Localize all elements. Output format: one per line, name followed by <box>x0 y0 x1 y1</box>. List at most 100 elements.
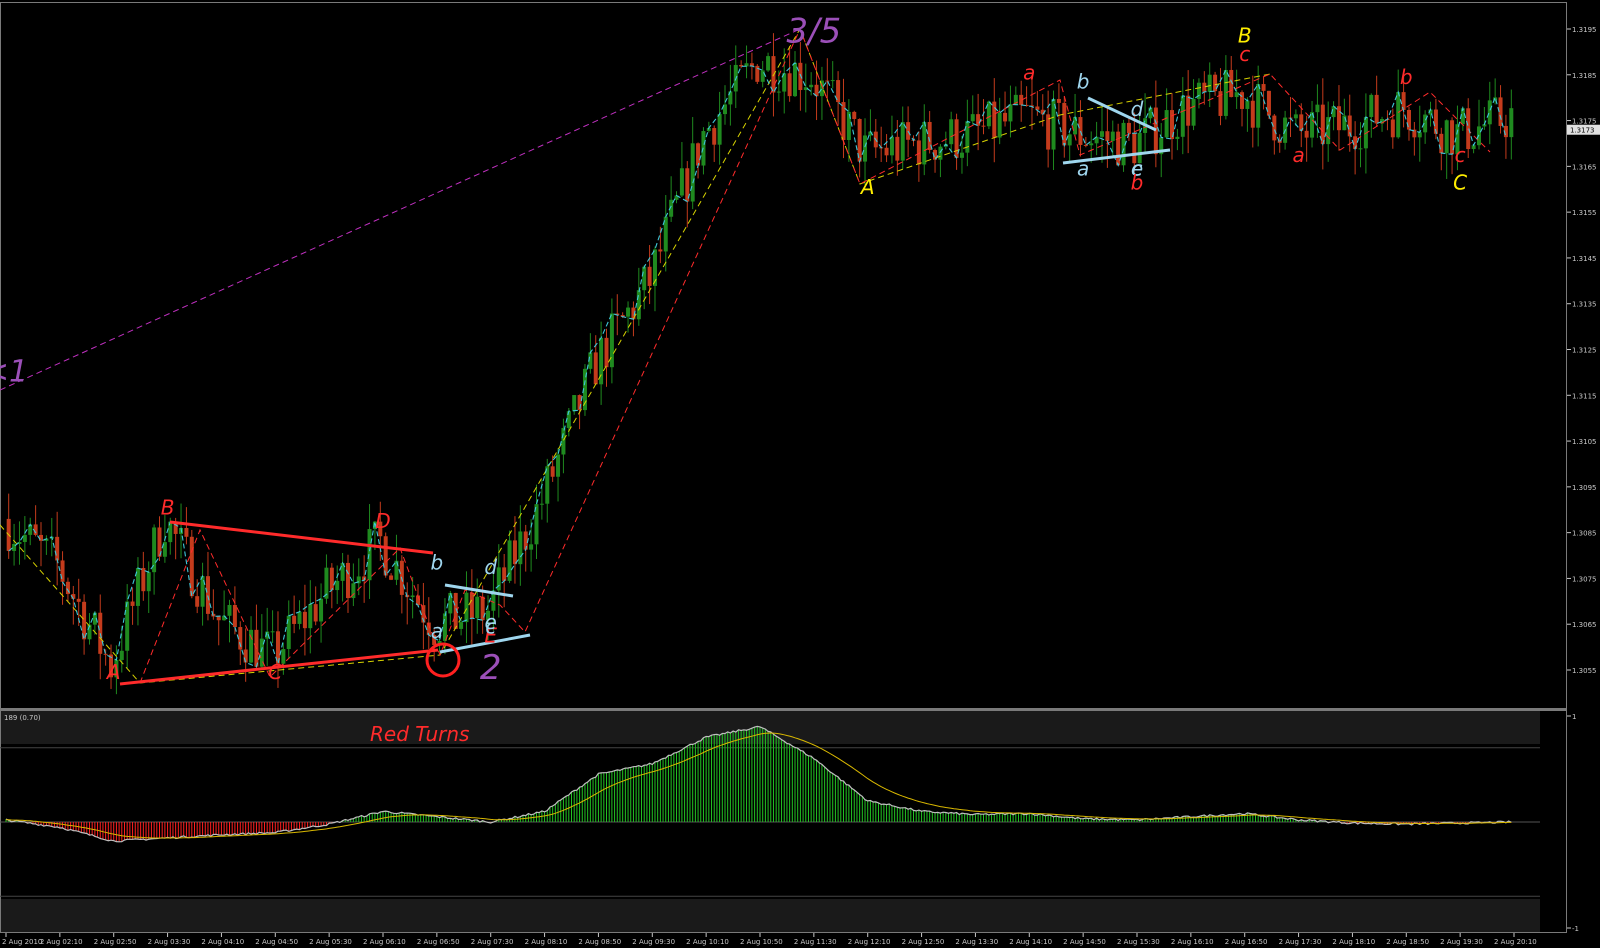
candle-body <box>292 615 297 624</box>
candle-body <box>1035 106 1040 110</box>
candle-body <box>1083 144 1088 146</box>
candle-body <box>1466 108 1471 150</box>
time-tick-label: 2 Aug 14:50 <box>1063 938 1106 946</box>
candle-body <box>383 536 388 576</box>
candle-body <box>895 136 900 161</box>
candle-body <box>1164 110 1169 138</box>
candle-body <box>1046 114 1051 150</box>
time-tick-label: 2 Aug 16:10 <box>1171 938 1214 946</box>
candle-body <box>1207 74 1212 92</box>
candle-body <box>679 168 684 196</box>
candle-body <box>512 540 517 565</box>
wave-label: A <box>859 175 875 199</box>
time-tick-label: 2 Aug 20:10 <box>1494 938 1537 946</box>
candle-body <box>1487 100 1492 125</box>
candle-body <box>1240 92 1245 109</box>
price-tick-label: 1.3115 <box>1572 392 1597 400</box>
candle-body <box>626 307 631 317</box>
chart: 189 (0.70) Red Turns <13/52ABCDEbdaceAab… <box>0 0 1600 948</box>
candle-body <box>1342 115 1347 131</box>
wave-label: a <box>1077 157 1089 181</box>
time-tick-label: 2 Aug 16:50 <box>1225 938 1268 946</box>
candle-body <box>76 598 81 602</box>
wave-label: A <box>105 660 121 684</box>
candle-body <box>195 596 200 607</box>
candle-body <box>922 121 927 165</box>
candle-body <box>658 249 663 252</box>
candle-body <box>787 73 792 97</box>
price-tick-label: 1.3055 <box>1572 667 1597 675</box>
current-price-label: 1.3173 <box>1570 127 1595 135</box>
candle-body <box>970 114 975 122</box>
candle-body <box>1245 100 1250 109</box>
wave-label: B <box>161 495 175 519</box>
candle-body <box>1261 84 1266 91</box>
candle-body <box>1406 109 1411 130</box>
wave-label: a <box>1292 143 1304 167</box>
time-tick-label: 2 Aug 02:10 <box>40 938 83 946</box>
candle-body <box>539 503 544 505</box>
candle-body <box>459 622 464 629</box>
candle-body <box>442 613 447 641</box>
price-tick-label: 1.3195 <box>1572 26 1597 34</box>
time-tick-label: 2 Aug 12:10 <box>848 938 891 946</box>
candle-body <box>1439 133 1444 154</box>
candle-body <box>130 601 135 606</box>
candle-body <box>1272 115 1277 141</box>
candle-body <box>1396 92 1401 138</box>
candle-body <box>1056 98 1061 103</box>
time-tick-label: 2 Aug 11:30 <box>794 938 837 946</box>
candle-body <box>1250 100 1255 128</box>
candle-body <box>367 529 372 581</box>
wave-label: 2 <box>480 648 502 688</box>
candle-body <box>469 592 474 619</box>
wave-label: d <box>1131 97 1144 121</box>
candle-body <box>884 147 889 156</box>
candle-body <box>1293 114 1298 119</box>
candle-body <box>297 611 302 624</box>
candle-body <box>997 112 1002 138</box>
candle-body <box>502 567 507 581</box>
candle-body <box>1202 82 1207 92</box>
candle-body <box>900 122 905 161</box>
candle-body <box>1374 94 1379 124</box>
wave-label: C <box>1453 170 1467 194</box>
price-tick-label: 1.3175 <box>1572 118 1597 126</box>
candle-body <box>636 290 641 320</box>
candle-body <box>604 337 609 368</box>
candle-body <box>1126 122 1131 134</box>
candle-body <box>1099 131 1104 137</box>
candle-body <box>1223 69 1228 116</box>
wave-label: a <box>1023 60 1035 84</box>
candle-body <box>550 466 555 477</box>
candle-body <box>776 91 781 93</box>
candle-body <box>717 114 722 145</box>
candle-body <box>712 128 717 145</box>
candle-body <box>1110 131 1115 141</box>
time-tick-label: 2 Aug 06:50 <box>417 938 460 946</box>
wave-label: C <box>268 660 282 684</box>
candle-body <box>916 140 921 165</box>
candle-body <box>593 352 598 385</box>
candle-body <box>55 536 60 561</box>
candle-body <box>410 595 415 598</box>
time-tick-label: 2 Aug 09:30 <box>632 938 675 946</box>
candle-body <box>1353 136 1358 149</box>
wave-label: b <box>1077 70 1090 94</box>
price-tick-label: 1.3095 <box>1572 484 1597 492</box>
candle-body <box>959 152 964 158</box>
price-tick-label: 1.3065 <box>1572 621 1597 629</box>
candle-body <box>1266 90 1271 116</box>
time-tick-label: 2 Aug 14:10 <box>1009 938 1052 946</box>
candle-body <box>119 650 124 660</box>
candle-body <box>863 135 868 162</box>
candle-body <box>1191 98 1196 126</box>
candle-body <box>1186 95 1191 126</box>
price-tick-label: 1.3165 <box>1572 163 1597 171</box>
time-tick-label: 2 Aug 06:10 <box>363 938 406 946</box>
price-tick-label: 1.3135 <box>1572 301 1597 309</box>
candle-body <box>852 111 857 119</box>
time-tick-label: 2 Aug 10:10 <box>686 938 729 946</box>
candle-body <box>949 119 954 145</box>
candle-body <box>103 653 108 655</box>
